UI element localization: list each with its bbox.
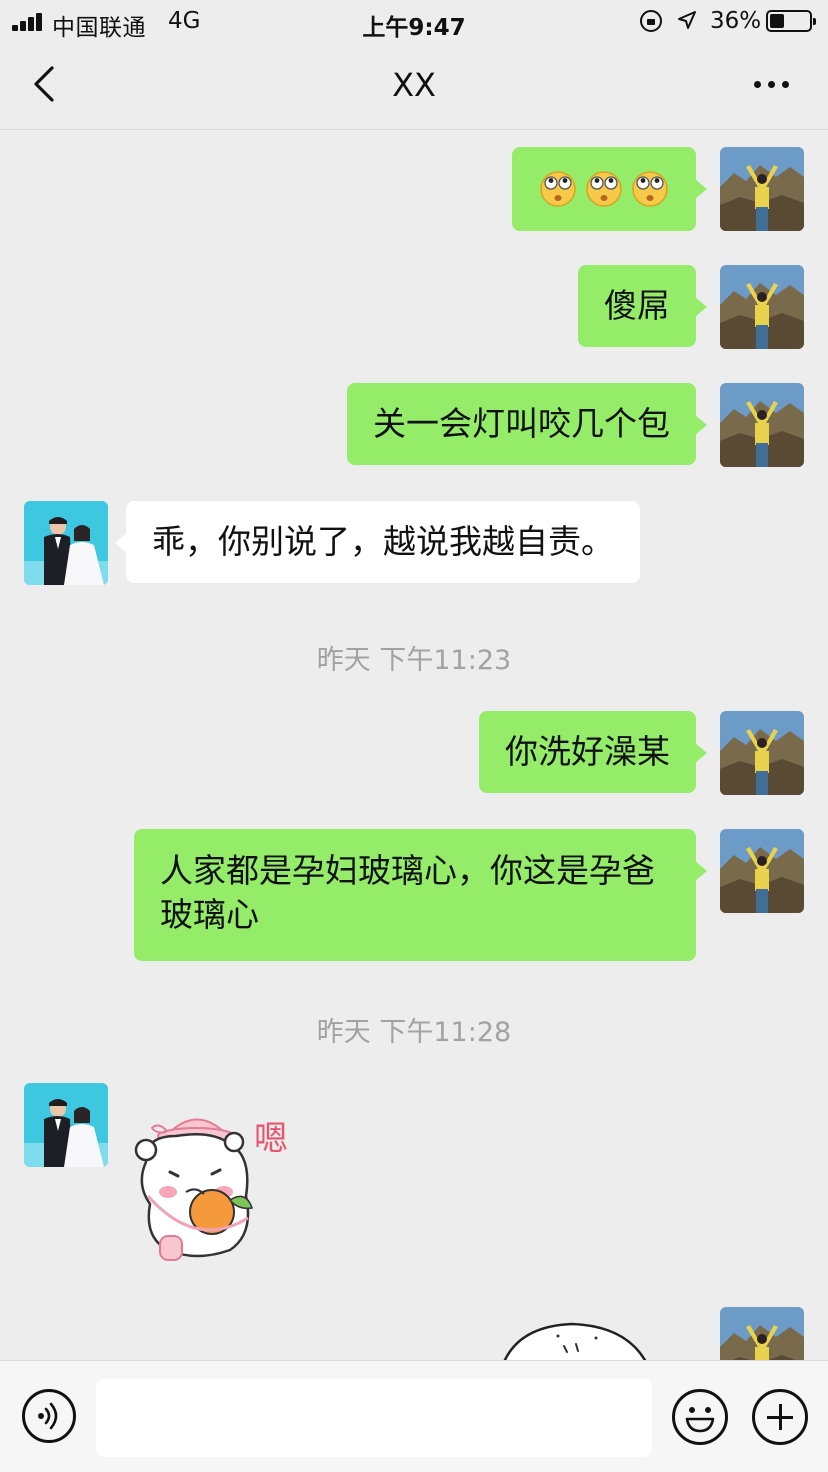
sticker-text: 嗯	[254, 1119, 288, 1159]
chat-timestamp: 昨天 下午11:23	[316, 645, 512, 676]
message-text: 傻屌	[604, 286, 670, 325]
message-bubble-me[interactable]: 傻屌	[578, 265, 707, 347]
message-bubble-me[interactable]: 人家都是孕妇玻璃心，你这是孕爸玻璃心	[134, 829, 707, 961]
round-face-sticker-icon[interactable]	[500, 1322, 650, 1360]
eyes-up-emoji-icon	[630, 168, 670, 208]
voice-input-button[interactable]	[22, 1389, 76, 1443]
message-bubble-me[interactable]: 关一会灯叫咬几个包	[347, 383, 707, 465]
message-bubble-me[interactable]	[512, 147, 707, 231]
emoji-picker-button[interactable]	[672, 1389, 728, 1445]
eyes-up-emoji-icon	[538, 168, 578, 208]
my-avatar[interactable]	[720, 147, 804, 231]
contact-avatar[interactable]	[24, 501, 108, 585]
message-text: 人家都是孕妇玻璃心，你这是孕爸玻璃心	[160, 851, 655, 934]
status-bar: 中国联通 4G 上午9:47 36%	[0, 0, 828, 44]
eyes-up-emoji-icon	[584, 168, 624, 208]
message-bubble-them[interactable]: 乖，你别说了，越说我越自责。	[115, 501, 640, 583]
my-avatar[interactable]	[720, 383, 804, 467]
voice-icon	[38, 1402, 58, 1430]
chat-title: XX	[392, 66, 436, 104]
my-avatar[interactable]	[720, 711, 804, 795]
message-bubble-me[interactable]: 你洗好澡某	[479, 711, 707, 793]
status-time: 上午9:47	[362, 15, 466, 41]
message-input[interactable]	[96, 1379, 652, 1457]
battery-percentage: 36%	[710, 8, 762, 34]
chat-timestamp: 昨天 下午11:28	[316, 1017, 512, 1048]
chat-header: XX	[0, 44, 828, 130]
smiley-face-icon	[685, 1407, 715, 1433]
battery-icon	[766, 10, 816, 32]
more-functions-button[interactable]	[752, 1389, 808, 1445]
location-arrow-icon	[678, 11, 696, 29]
message-text: 关一会灯叫咬几个包	[373, 404, 670, 443]
message-text: 你洗好澡某	[505, 732, 670, 771]
message-input-bar	[0, 1360, 828, 1472]
contact-avatar[interactable]	[24, 1083, 108, 1167]
more-options-button[interactable]	[748, 64, 796, 104]
message-text: 乖，你别说了，越说我越自责。	[152, 522, 614, 561]
orientation-lock-icon	[640, 10, 662, 32]
more-dots-icon	[754, 81, 761, 88]
hamster-sticker-icon[interactable]: 嗯	[126, 1100, 316, 1272]
my-avatar[interactable]	[720, 265, 804, 349]
my-avatar[interactable]	[720, 829, 804, 913]
